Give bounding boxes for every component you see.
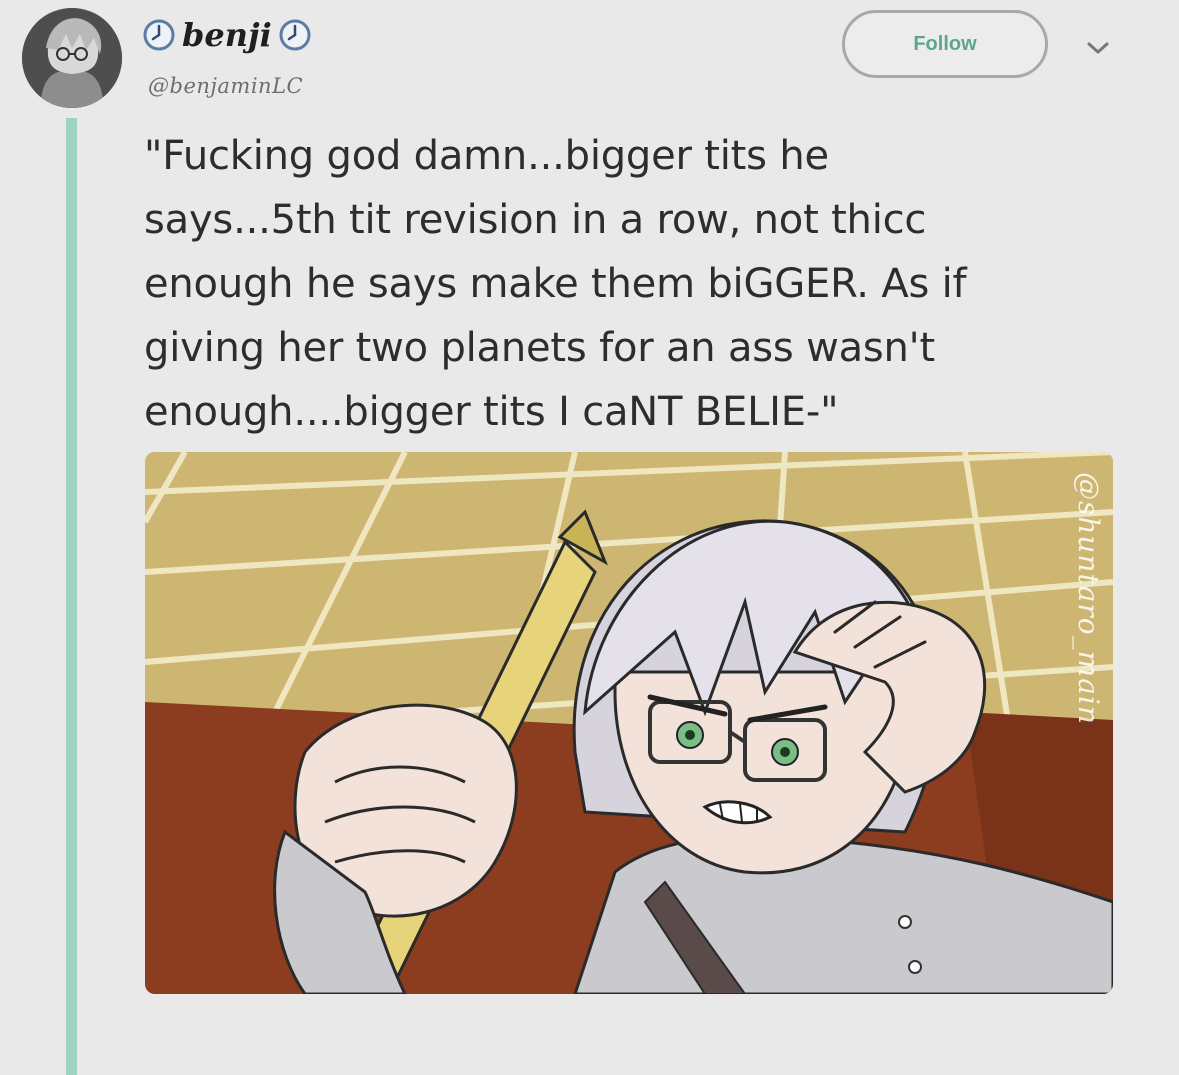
avatar[interactable] [22, 8, 122, 108]
artist-watermark: @shuntaro_main [1072, 472, 1105, 725]
tweet-text: "Fucking god damn...bigger tits he says.… [144, 133, 967, 435]
anime-illustration [145, 452, 1113, 994]
chevron-down-icon [1087, 42, 1109, 54]
tweet-media-image[interactable]: @shuntaro_main [145, 452, 1113, 994]
tweet: benji @benjaminLC Follow "Fucking god da… [0, 0, 1179, 1075]
thread-line [66, 118, 77, 1075]
user-handle[interactable]: @benjaminLC [148, 74, 303, 98]
more-options-button[interactable] [1080, 30, 1116, 66]
follow-button[interactable]: Follow [842, 10, 1048, 78]
clock-icon [142, 18, 176, 52]
name-row: benji [142, 10, 312, 60]
avatar-image [22, 8, 122, 108]
clock-icon [278, 18, 312, 52]
display-name[interactable]: benji [180, 19, 274, 51]
